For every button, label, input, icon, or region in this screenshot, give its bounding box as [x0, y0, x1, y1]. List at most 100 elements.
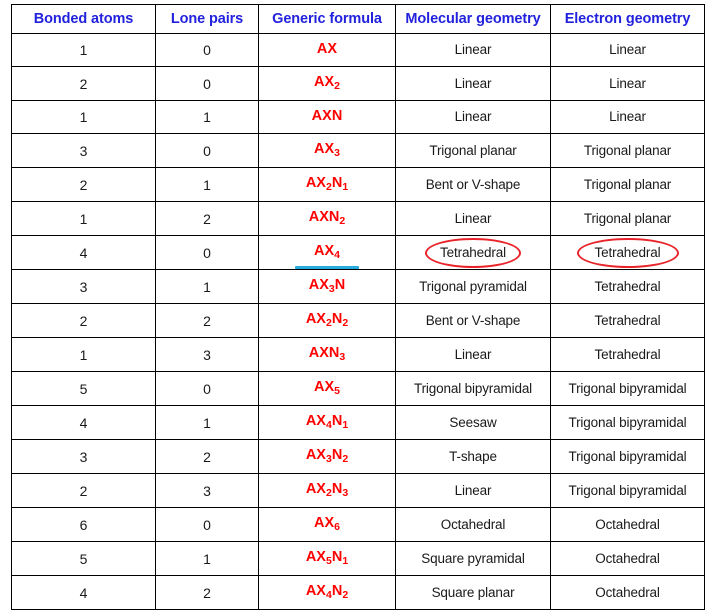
column-header-generic-formula: Generic formula: [258, 4, 396, 34]
column-header-lone-pairs: Lone pairs: [155, 4, 259, 34]
formula-lonepair-symbol: N: [334, 277, 346, 293]
cell-electron-geometry: Trigonal bipyramidal: [550, 439, 705, 474]
table-row: 1 3 AXN3 Linear Tetrahedral: [11, 337, 705, 372]
cell-molecular-geometry-text: T-shape: [449, 448, 497, 464]
cell-electron-geometry: Linear: [550, 100, 705, 134]
cell-generic-formula: AXN: [258, 100, 396, 134]
cell-generic-formula: AX4: [258, 235, 396, 270]
cell-lone-pairs: 1: [155, 269, 259, 304]
cell-bonded-atoms: 1: [11, 337, 156, 372]
vsepr-geometry-table: Bonded atoms Lone pairs Generic formula …: [11, 4, 705, 610]
formula-text: AX5: [314, 373, 340, 405]
cell-molecular-geometry-text: Linear: [454, 346, 492, 362]
formula-base: AX: [305, 447, 326, 463]
formula-subscript-x: 2: [325, 317, 332, 329]
formula-base: AX: [305, 481, 326, 497]
cell-electron-geometry: Trigonal planar: [550, 167, 705, 202]
cell-electron-geometry: Trigonal planar: [550, 201, 705, 236]
table-row: 3 1 AX3N Trigonal pyramidal Tetrahedral: [11, 269, 705, 304]
cell-molecular-geometry: Linear: [395, 33, 551, 67]
formula-subscript-x: 5: [325, 555, 332, 567]
cell-electron-geometry-text: Octahedral: [595, 550, 660, 566]
cell-lone-pairs: 0: [155, 133, 259, 168]
formula-text: AX5N1: [305, 543, 349, 575]
cell-molecular-geometry: Trigonal bipyramidal: [395, 371, 551, 406]
formula-text: AXN: [311, 102, 343, 133]
cell-electron-geometry-text: Trigonal bipyramidal: [568, 482, 687, 498]
cell-molecular-geometry-text: Bent or V-shape: [425, 176, 521, 192]
cell-bonded-atoms: 1: [11, 100, 156, 134]
cell-electron-geometry-text: Trigonal bipyramidal: [568, 380, 687, 396]
formula-subscript-x: 3: [328, 283, 335, 295]
formula-text: AX6: [314, 509, 340, 541]
cell-generic-formula: AXN3: [258, 337, 396, 372]
cell-generic-formula: AX5N1: [258, 541, 396, 576]
cell-lone-pairs: 1: [155, 405, 259, 440]
table-body: 1 0 AX Linear Linear 2 0 AX2 Linear Linear 1 1 AXN Li…: [11, 33, 705, 610]
vsepr-table-page: Bonded atoms Lone pairs Generic formula …: [0, 0, 714, 610]
formula-subscript-x: 2: [325, 181, 332, 193]
formula-text: AX4N1: [305, 407, 348, 439]
cell-molecular-geometry: Square planar: [395, 575, 551, 610]
cell-lone-pairs: 1: [155, 100, 259, 134]
cell-electron-geometry: Octahedral: [550, 541, 705, 576]
cell-molecular-geometry: T-shape: [395, 439, 551, 474]
cell-electron-geometry-text: Linear: [609, 75, 646, 91]
cell-electron-geometry-text: Tetrahedral: [594, 346, 661, 362]
formula-base: AX: [305, 175, 326, 191]
table-header-row: Bonded atoms Lone pairs Generic formula …: [11, 4, 705, 34]
cell-electron-geometry-text: Linear: [609, 109, 646, 124]
cell-generic-formula: AX2N1: [258, 167, 396, 202]
cell-molecular-geometry-text: Square pyramidal: [421, 550, 525, 566]
table-row: 4 0 AX4 Tetrahedral Tetrahedral: [11, 235, 705, 270]
formula-base: AX: [305, 413, 326, 429]
formula-text: AX: [317, 35, 337, 66]
cell-bonded-atoms: 5: [11, 371, 156, 406]
cell-bonded-atoms: 3: [11, 133, 156, 168]
formula-lonepair-symbol: N: [331, 108, 343, 124]
cell-electron-geometry-text: Trigonal bipyramidal: [568, 414, 687, 430]
cell-generic-formula: AX4N1: [258, 405, 396, 440]
formula-lonepair-symbol: N: [328, 209, 340, 225]
cell-lone-pairs: 2: [155, 303, 259, 338]
cell-generic-formula: AX5: [258, 371, 396, 406]
column-header-electron-geometry: Electron geometry: [550, 4, 705, 34]
formula-lonepair-symbol: N: [331, 447, 343, 463]
table-row: 1 1 AXN Linear Linear: [11, 100, 705, 134]
cell-electron-geometry-text: Trigonal bipyramidal: [568, 448, 687, 464]
formula-subscript-x: 3: [334, 147, 340, 159]
cell-electron-geometry-text: Tetrahedral: [594, 244, 661, 260]
cell-lone-pairs: 2: [155, 201, 259, 236]
formula-lonepair-symbol: N: [331, 481, 343, 497]
cell-bonded-atoms: 4: [11, 405, 156, 440]
cell-molecular-geometry: Square pyramidal: [395, 541, 551, 576]
cell-molecular-geometry: Seesaw: [395, 405, 551, 440]
cell-molecular-geometry: Linear: [395, 201, 551, 236]
cell-bonded-atoms: 3: [11, 439, 156, 474]
formula-text: AX3N: [309, 271, 346, 303]
cell-electron-geometry: Trigonal bipyramidal: [550, 405, 705, 440]
formula-subscript-n: 1: [342, 555, 349, 567]
cell-electron-geometry-text: Tetrahedral: [594, 278, 661, 294]
cell-electron-geometry-text: Trigonal planar: [583, 142, 672, 158]
cell-molecular-geometry: Octahedral: [395, 507, 551, 542]
cell-molecular-geometry-text: Trigonal pyramidal: [419, 278, 527, 294]
cell-molecular-geometry-text: Square planar: [431, 584, 515, 600]
cell-electron-geometry: Tetrahedral: [550, 337, 705, 372]
cell-lone-pairs: 3: [155, 337, 259, 372]
table-row: 2 2 AX2N2 Bent or V-shape Tetrahedral: [11, 303, 705, 338]
cell-electron-geometry-text: Trigonal planar: [583, 210, 672, 226]
formula-base: AX: [314, 141, 335, 157]
cell-electron-geometry: Trigonal bipyramidal: [550, 371, 705, 406]
formula-text: AX2N2: [306, 305, 348, 337]
cell-bonded-atoms: 2: [11, 473, 156, 508]
table-row: 2 3 AX2N3 Linear Trigonal bipyramidal: [11, 473, 705, 508]
cell-electron-geometry-text: Octahedral: [595, 516, 660, 532]
formula-base: AX: [311, 108, 332, 124]
cell-molecular-geometry: Trigonal pyramidal: [395, 269, 551, 304]
cell-molecular-geometry-text: Linear: [454, 75, 492, 91]
cell-electron-geometry: Linear: [550, 66, 705, 101]
formula-subscript-x: 5: [334, 385, 340, 397]
formula-base: AX: [305, 549, 326, 565]
formula-subscript-n: 3: [342, 487, 349, 499]
